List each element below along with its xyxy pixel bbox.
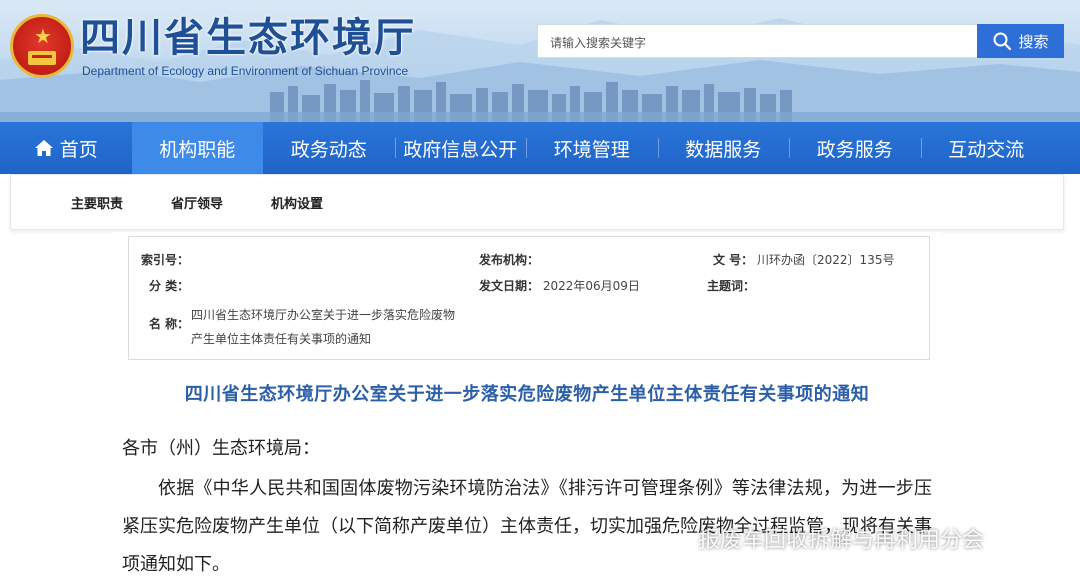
nav-item-label: 互动交流 <box>948 138 1025 161</box>
search-button-label: 搜索 <box>1018 32 1049 51</box>
meta-category: 分 类： <box>149 277 189 294</box>
document-metadata-box: 索引号： 发布机构： 文 号： 川环办函〔2022〕135号 分 类： 发文日期… <box>128 236 930 360</box>
meta-name-line1: 四川省生态环境厅办公室关于进一步落实危险废物 <box>191 308 456 322</box>
star-icon: ★ <box>34 24 52 48</box>
site-title[interactable]: 四川省生态环境厅 <box>80 14 416 62</box>
nav-item-label: 首页 <box>59 138 98 161</box>
meta-subject-label: 主题词： <box>707 279 756 293</box>
meta-category-label: 分 类： <box>149 279 190 293</box>
nav-item-label: 政府信息公开 <box>403 138 518 161</box>
meta-docno: 文 号： 川环办函〔2022〕135号 <box>713 251 894 268</box>
document-body: 各市（州）生态环境局： 依据《中华人民共和国固体废物污染环境防治法》《排污许可管… <box>122 430 932 584</box>
meta-name-line2: 产生单位主体责任有关事项的通知 <box>191 332 372 346</box>
nav-item-gov-services[interactable]: 政务服务 <box>789 122 921 174</box>
home-icon <box>34 140 53 156</box>
nav-item-label: 环境管理 <box>553 138 630 161</box>
search-input[interactable]: 请输入搜索关键字 <box>537 24 977 58</box>
meta-name-value: 四川省生态环境厅办公室关于进一步落实危险废物 产生单位主体责任有关事项的通知 <box>191 303 481 351</box>
meta-docno-label: 文 号： <box>713 253 754 267</box>
meta-publisher: 发布机构： <box>479 251 539 268</box>
nav-item-env-management[interactable]: 环境管理 <box>526 122 658 174</box>
nav-item-data-services[interactable]: 数据服务 <box>657 122 790 174</box>
sub-nav: 主要职责 省厅领导 机构设置 <box>10 174 1064 230</box>
tiananmen-gate-icon <box>28 51 56 65</box>
meta-date-label: 发文日期： <box>479 279 540 293</box>
document-paragraph: 依据《中华人民共和国固体废物污染环境防治法》《排污许可管理条例》等法律法规，为进… <box>122 478 932 575</box>
subnav-item-leaders[interactable]: 省厅领导 <box>171 193 223 212</box>
meta-index-label: 索引号： <box>141 253 190 267</box>
header-banner: ★ 四川省生态环境厅 Department of Ecology and Env… <box>0 0 1080 122</box>
nav-item-label: 政务动态 <box>290 138 367 161</box>
nav-item-label: 政务服务 <box>816 138 893 161</box>
nav-item-interaction[interactable]: 互动交流 <box>920 122 1053 174</box>
search-button[interactable]: 搜索 <box>977 24 1064 58</box>
nav-item-news[interactable]: 政务动态 <box>263 122 395 174</box>
subnav-item-duties[interactable]: 主要职责 <box>71 193 123 212</box>
meta-date-value: 2022年06月09日 <box>542 279 640 293</box>
nav-item-home[interactable]: 首页 <box>0 122 132 174</box>
meta-publisher-label: 发布机构： <box>479 253 540 267</box>
article-content: 索引号： 发布机构： 文 号： 川环办函〔2022〕135号 分 类： 发文日期… <box>112 232 942 584</box>
meta-docno-value: 川环办函〔2022〕135号 <box>757 253 895 267</box>
national-emblem-logo[interactable]: ★ <box>10 14 74 78</box>
nav-item-functions[interactable]: 机构职能 <box>131 122 263 174</box>
nav-item-info-disclosure[interactable]: 政府信息公开 <box>394 122 527 174</box>
meta-index: 索引号： <box>141 251 189 268</box>
main-nav: 首页 机构职能 政务动态 政府信息公开 环境管理 数据服务 政务服务 互动交流 <box>0 122 1080 174</box>
meta-name-label: 名 称： <box>149 317 190 331</box>
subnav-item-structure[interactable]: 机构设置 <box>271 193 323 212</box>
site-subtitle: Department of Ecology and Environment of… <box>82 64 409 78</box>
meta-subject: 主题词： <box>707 277 755 294</box>
document-salutation: 各市（州）生态环境局： <box>122 438 320 459</box>
nav-item-label: 机构职能 <box>159 138 236 161</box>
document-title: 四川省生态环境厅办公室关于进一步落实危险废物产生单位主体责任有关事项的通知 <box>184 384 870 405</box>
nav-item-label: 数据服务 <box>685 138 762 161</box>
meta-date: 发文日期： 2022年06月09日 <box>479 277 640 294</box>
search-icon <box>993 32 1012 51</box>
